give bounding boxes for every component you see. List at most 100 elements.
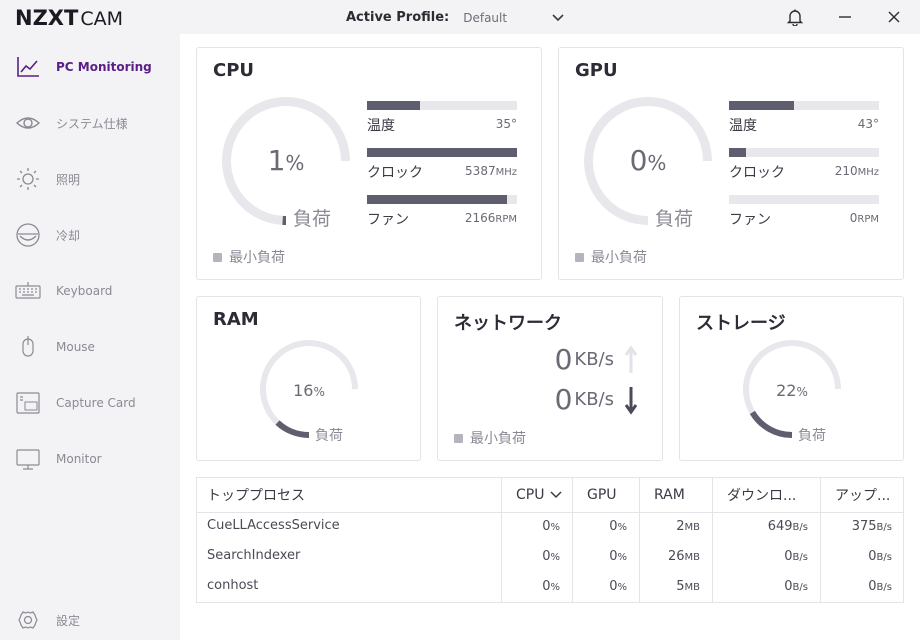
gpu-card[interactable]: GPU 0% 負荷 温度 43° クロック 210MHz ファン 0RPM 最小…: [558, 47, 904, 280]
profile-value[interactable]: Default: [463, 11, 543, 25]
storage-card[interactable]: ストレージ 22% 負荷: [679, 296, 904, 461]
column-header-upload[interactable]: アップ...: [820, 478, 904, 512]
network-down-value: 0: [554, 383, 573, 416]
gpu-temp-fill: [729, 101, 794, 110]
value-unit: %: [550, 522, 560, 533]
sidebar-item-monitor[interactable]: Monitor: [0, 439, 180, 479]
sidebar-item-label: 冷却: [56, 228, 81, 243]
sidebar-item-pc-monitoring[interactable]: PC Monitoring: [0, 47, 180, 87]
sidebar-item-capture-card[interactable]: Capture Card: [0, 383, 180, 423]
process-down-value: 0B/s: [784, 549, 808, 564]
bar-track: [729, 148, 879, 157]
storage-title: ストレージ: [696, 313, 786, 334]
gpu-fan-bar: ファン 0RPM: [729, 195, 879, 228]
value-unit: B/s: [876, 522, 892, 533]
profile-selector[interactable]: Active Profile: Default: [346, 10, 565, 25]
gpu-legend: 最小負荷: [575, 247, 647, 267]
gpu-load-readout: 0%: [583, 144, 713, 177]
logo-main: NZXT: [15, 6, 79, 30]
sidebar-item-lighting[interactable]: 照明: [0, 159, 180, 199]
bell-icon[interactable]: [786, 8, 804, 26]
gear-icon: [18, 611, 38, 629]
process-down-value: 649B/s: [768, 519, 808, 534]
column-header-gpu[interactable]: GPU: [572, 478, 639, 512]
column-divider: [820, 513, 821, 603]
sidebar-item-label: Mouse: [56, 340, 95, 354]
sidebar-item-system-spec[interactable]: システム仕様: [0, 103, 180, 143]
sun-icon: [17, 168, 39, 190]
value-number: 375: [851, 519, 877, 534]
process-gpu-value: 0%: [609, 579, 627, 594]
gpu-load-value: 0: [629, 144, 648, 177]
minimize-icon[interactable]: [836, 8, 854, 26]
column-header-cpu[interactable]: CPU: [501, 478, 572, 512]
bar-track: [729, 101, 879, 110]
cpu-fan-value: 2166RPM: [465, 211, 517, 225]
network-upload: 0 KB/s: [555, 343, 638, 376]
cpu-card[interactable]: CPU 1% 負荷 温度 35° クロック 5387MHz ファン 2166RP…: [196, 47, 542, 280]
settings-label: 設定: [56, 613, 81, 628]
logo-sub: CAM: [80, 8, 123, 30]
network-down-unit: KB/s: [574, 389, 614, 410]
value-unit: %: [617, 522, 627, 533]
gpu-fan-label: ファン: [729, 212, 771, 228]
process-down-value: 0B/s: [784, 579, 808, 594]
network-title: ネットワーク: [454, 313, 562, 334]
gpu-temp-label: 温度: [729, 118, 757, 134]
value-number: 0: [868, 549, 877, 564]
value-number: 0: [784, 549, 793, 564]
legend-swatch: [213, 252, 222, 262]
value-number: 5: [676, 579, 685, 594]
cpu-legend-label: 最小負荷: [229, 250, 285, 266]
capture-card-icon: [16, 392, 40, 414]
title-bar: NZXT CAM Active Profile: Default: [0, 0, 920, 34]
cpu-load-unit: %: [285, 151, 305, 175]
column-header-download[interactable]: ダウンロ...: [712, 478, 820, 512]
value-unit: RPM: [857, 214, 879, 225]
column-header-ram[interactable]: RAM: [639, 478, 712, 512]
network-download: 0 KB/s: [555, 383, 638, 416]
network-legend-label: 最小負荷: [470, 431, 526, 447]
value-unit: MHz: [857, 167, 879, 178]
sidebar-item-settings[interactable]: 設定: [0, 600, 180, 640]
column-divider: [572, 513, 573, 603]
mouse-icon: [22, 336, 34, 357]
cpu-clock-value: 5387MHz: [465, 164, 517, 178]
process-ram-value: 5MB: [676, 579, 700, 594]
value-unit: MB: [684, 552, 701, 563]
value-unit: MB: [684, 522, 701, 533]
storage-load-unit: %: [796, 385, 808, 399]
profile-label: Active Profile:: [346, 10, 450, 25]
arrow-down-icon: [624, 386, 638, 415]
fan-icon: [16, 223, 40, 247]
ram-load-readout: 16%: [259, 381, 359, 400]
cpu-temp-fill: [367, 101, 420, 110]
storage-load-label: 負荷: [798, 428, 826, 444]
process-gpu-value: 0%: [609, 519, 627, 534]
chevron-down-icon[interactable]: [551, 11, 565, 25]
cpu-fan-label: ファン: [367, 212, 409, 228]
process-cpu-value: 0%: [542, 579, 560, 594]
keyboard-icon: [15, 282, 41, 299]
cpu-load-readout: 1%: [221, 144, 351, 177]
sidebar-item-mouse[interactable]: Mouse: [0, 327, 180, 367]
column-header-cpu-label: CPU: [516, 487, 545, 503]
cpu-clock-bar: クロック 5387MHz: [367, 148, 517, 181]
sidebar-item-keyboard[interactable]: Keyboard: [0, 271, 180, 311]
ram-load-value: 16: [293, 381, 314, 400]
arrow-up-icon: [624, 344, 638, 373]
gpu-title: GPU: [575, 60, 618, 81]
close-icon[interactable]: [885, 8, 903, 26]
ram-gauge-fill: [275, 420, 310, 438]
legend-swatch: [454, 433, 463, 443]
storage-gauge-fill: [749, 410, 793, 438]
column-divider: [712, 513, 713, 603]
storage-load-value: 22: [776, 381, 797, 400]
sidebar-item-cooling[interactable]: 冷却: [0, 215, 180, 255]
cpu-fan-fill: [367, 195, 507, 204]
bar-track: [367, 148, 517, 157]
network-card[interactable]: ネットワーク 0 KB/s 0 KB/s 最小負荷: [437, 296, 663, 461]
column-header-process[interactable]: トッププロセス: [197, 478, 501, 512]
sidebar-item-label: Keyboard: [56, 284, 113, 298]
ram-card[interactable]: RAM 16% 負荷: [196, 296, 421, 461]
